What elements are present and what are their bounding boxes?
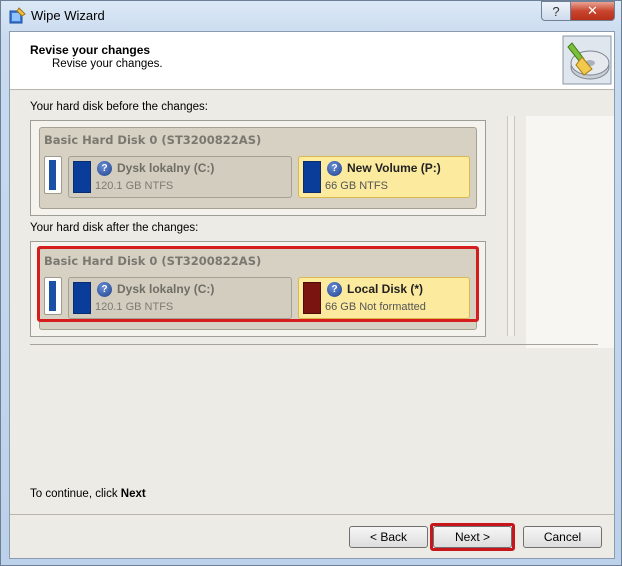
partition-c-before[interactable]: ? Dysk lokalny (C:) 120.1 GB NTFS <box>68 156 292 198</box>
footer-divider <box>10 514 614 515</box>
after-label: Your hard disk after the changes: <box>30 222 199 234</box>
wizard-header: Revise your changes Revise your changes. <box>10 32 614 90</box>
partition-info: 66 GB NTFS <box>325 180 388 192</box>
after-panel: Basic Hard Disk 0 (ST3200822AS) ? Dysk l… <box>30 241 486 337</box>
divider <box>30 344 598 345</box>
wizard-client-area: Revise your changes Revise your changes.… <box>9 31 615 559</box>
close-button[interactable]: ✕ <box>570 1 615 21</box>
after-highlight-frame <box>37 246 479 322</box>
before-label: Your hard disk before the changes: <box>30 101 208 113</box>
before-panel: Basic Hard Disk 0 (ST3200822AS) ? Dysk l… <box>30 120 486 216</box>
vertical-splitter[interactable] <box>507 116 515 336</box>
help-button[interactable]: ? <box>541 1 571 21</box>
question-icon: ? <box>327 161 342 176</box>
continue-next-word: Next <box>120 488 146 500</box>
continue-instruction: To continue, click Next <box>30 488 146 500</box>
page-title: Revise your changes <box>30 43 151 57</box>
next-highlight-frame <box>430 523 515 551</box>
reserved-partition[interactable] <box>44 156 62 194</box>
partition-name: New Volume (P:) <box>347 161 441 175</box>
back-button[interactable]: < Back <box>349 526 428 548</box>
partition-info: 120.1 GB NTFS <box>95 180 174 192</box>
wizard-app-icon <box>9 7 26 24</box>
window-title: Wipe Wizard <box>31 8 105 23</box>
partition-color-bar <box>303 161 321 193</box>
page-subtitle: Revise your changes. <box>52 58 163 70</box>
partition-color-bar <box>73 161 91 193</box>
disk-broom-icon <box>562 35 612 85</box>
disk-title: Basic Hard Disk 0 (ST3200822AS) <box>44 133 262 147</box>
partition-name: Dysk lokalny (C:) <box>117 161 215 175</box>
question-icon: ? <box>97 161 112 176</box>
partition-p-before[interactable]: ? New Volume (P:) 66 GB NTFS <box>298 156 470 198</box>
title-bar[interactable]: Wipe Wizard ? ✕ <box>1 1 621 31</box>
wipe-wizard-window: Wipe Wizard ? ✕ Revise your changes Revi… <box>0 0 622 566</box>
disk-box-before[interactable]: Basic Hard Disk 0 (ST3200822AS) ? Dysk l… <box>39 127 477 209</box>
cancel-button[interactable]: Cancel <box>523 526 602 548</box>
continue-text: To continue, click <box>30 488 121 500</box>
side-pane <box>526 116 614 348</box>
